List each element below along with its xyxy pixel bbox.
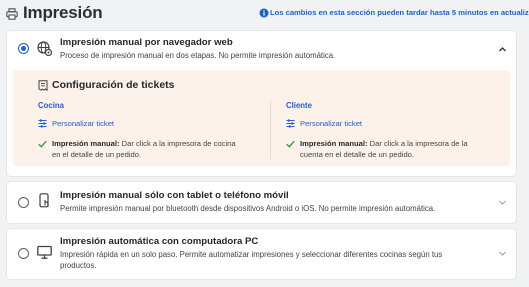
info-icon — [259, 8, 269, 18]
ticket-config-panel: Configuración de tickets Cocina Personal… — [13, 70, 510, 166]
option-title: Impresión manual por navegador web — [60, 37, 233, 48]
manual-print-label: Impresión manual: — [52, 139, 120, 148]
customize-ticket-link-customer[interactable]: Personalizar ticket — [286, 119, 362, 128]
customize-ticket-label[interactable]: Personalizar ticket — [300, 119, 362, 128]
check-icon — [38, 140, 47, 148]
page-title: Impresión — [23, 3, 103, 22]
ticket-config-title: Configuración de tickets — [52, 79, 175, 91]
tune-icon — [38, 119, 47, 128]
column-heading-kitchen: Cocina — [38, 101, 64, 110]
chevron-down-icon[interactable] — [498, 198, 507, 207]
radio-tablet[interactable] — [18, 197, 29, 208]
tablet-touch-icon — [39, 193, 49, 208]
option-card-pc[interactable]: Impresión automática con computadora PC … — [6, 228, 517, 280]
option-description: Impresión rápida en un solo paso. Permit… — [60, 250, 443, 270]
option-title: Impresión automática con computadora PC — [60, 236, 259, 247]
option-title: Impresión manual sólo con tablet o teléf… — [60, 190, 289, 201]
radio-pc[interactable] — [18, 248, 29, 259]
page-header: Impresión Los cambios en esta sección pu… — [0, 0, 529, 28]
ticket-icon — [38, 80, 48, 91]
option-card-browser[interactable]: Impresión manual por navegador web Proce… — [6, 30, 517, 177]
option-description: Permite impresión manual por bluetooth d… — [60, 204, 436, 213]
update-notice: Los cambios en esta sección pueden tarda… — [270, 8, 529, 17]
globe-settings-icon — [37, 41, 52, 56]
column-divider — [270, 101, 271, 159]
radio-browser[interactable] — [18, 43, 29, 54]
chevron-down-icon[interactable] — [498, 249, 507, 258]
manual-print-text: Impresión manual: Dar click a la impreso… — [52, 138, 242, 160]
customize-ticket-label[interactable]: Personalizar ticket — [52, 119, 114, 128]
check-icon — [286, 140, 295, 148]
column-heading-customer: Cliente — [286, 101, 312, 110]
chevron-up-icon[interactable] — [498, 45, 507, 54]
manual-print-text: Impresión manual: Dar click a la impreso… — [300, 138, 490, 160]
option-description: Proceso de impresión manual en dos etapa… — [60, 51, 336, 60]
printer-icon — [6, 8, 18, 20]
manual-print-label: Impresión manual: — [300, 139, 368, 148]
monitor-icon — [37, 245, 52, 259]
tune-icon — [286, 119, 295, 128]
customize-ticket-link-kitchen[interactable]: Personalizar ticket — [38, 119, 114, 128]
option-card-tablet[interactable]: Impresión manual sólo con tablet o teléf… — [6, 181, 517, 224]
